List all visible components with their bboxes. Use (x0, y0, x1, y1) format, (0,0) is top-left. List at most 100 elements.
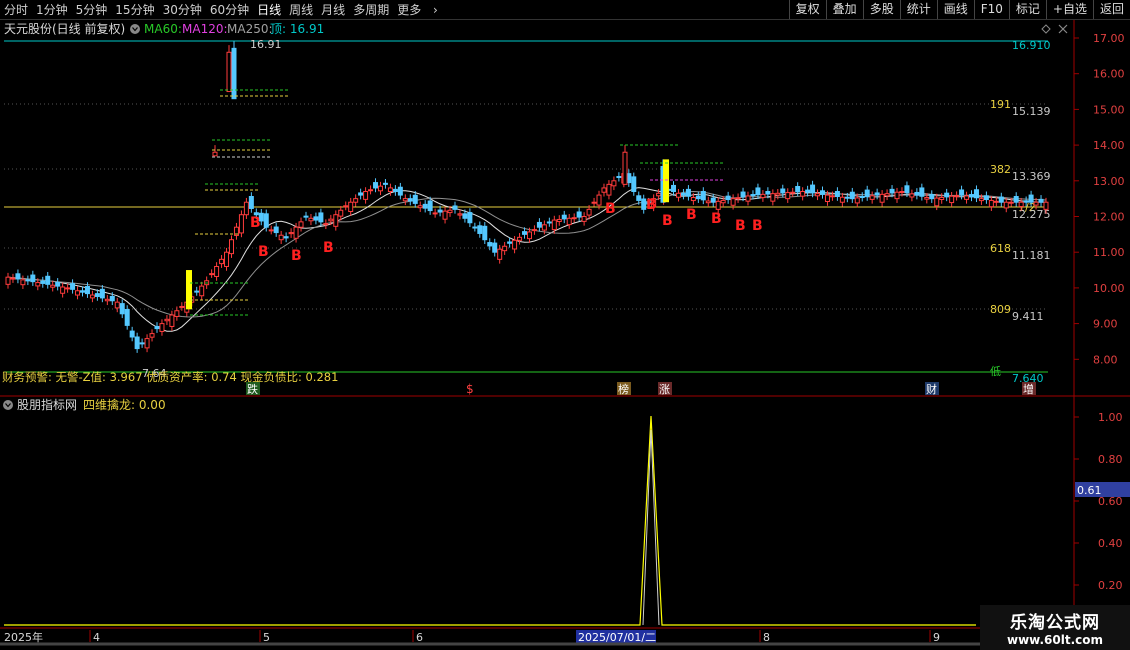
buy-marker: B (646, 197, 657, 213)
candle-body (954, 195, 960, 198)
fib-price-label: 16.910 (1012, 39, 1051, 52)
candle-body (551, 219, 557, 231)
buy-marker: B (258, 244, 269, 260)
candle-body (820, 190, 826, 195)
candle-body (243, 201, 249, 216)
watermark: 乐淘公式网 www.60lt.com (980, 605, 1130, 650)
candle-body (134, 336, 140, 350)
candle-body (129, 330, 135, 338)
close-icon[interactable] (1058, 24, 1068, 34)
top-label: 顶: 16.91 (270, 22, 324, 36)
fib-ratio-label: 382 (990, 163, 1011, 176)
tab-period-5min[interactable]: 5分钟 (76, 1, 108, 18)
candle-body (159, 323, 165, 332)
buy-marker: B (323, 240, 334, 256)
candle-body (124, 308, 130, 326)
candle-body (522, 231, 528, 235)
overlay-button[interactable]: 叠加 (825, 0, 863, 19)
candle-body (397, 186, 403, 196)
candle-body (780, 188, 786, 194)
candle-body (740, 191, 746, 198)
tab-period-30min[interactable]: 30分钟 (163, 1, 202, 18)
candle-body (611, 180, 617, 187)
multi-stock-button[interactable]: 多股 (862, 0, 900, 19)
candle-body (79, 290, 85, 293)
indicator-menu-icon[interactable] (3, 400, 13, 410)
fib-price-label: 13.369 (1012, 170, 1051, 183)
candle-body (576, 211, 582, 218)
candle-body (273, 226, 279, 234)
tab-period-fenshi[interactable]: 分时 (4, 1, 28, 18)
tab-period-weekly[interactable]: 周线 (289, 1, 313, 18)
candle-body (601, 187, 607, 193)
tab-period-daily[interactable]: 日线 (257, 1, 281, 18)
finance-warning-text: 财务预警: 无警-Z值: 3.967 优质资产率: 0.74 现金负债比: 0.… (2, 370, 338, 384)
candle-body (685, 188, 691, 197)
tab-period-multi[interactable]: 多周期 (353, 1, 389, 18)
tab-period-monthly[interactable]: 月线 (321, 1, 345, 18)
event-marker-zeng[interactable]: 增 (1022, 382, 1036, 396)
date-label-apr: 4 (93, 631, 100, 644)
candle-body (99, 288, 105, 299)
candle-body (328, 218, 334, 222)
f10-button[interactable]: F10 (973, 0, 1009, 19)
price-tick-label: 10.00 (1093, 282, 1125, 295)
price-tick-label: 11.00 (1093, 246, 1125, 259)
candle-body (988, 199, 994, 208)
candle-body (174, 310, 180, 317)
candle-body (586, 208, 592, 216)
event-marker-die[interactable]: 跌 (246, 382, 260, 396)
event-marker-dollar[interactable]: $ (466, 382, 474, 396)
period-tabs: 分时 1分钟 5分钟 15分钟 30分钟 60分钟 日线 周线 月线 多周期 更… (4, 0, 454, 19)
back-button[interactable]: 返回 (1092, 0, 1130, 19)
price-tick-label: 12.00 (1093, 211, 1125, 224)
candle-body (695, 195, 701, 200)
draw-line-button[interactable]: 画线 (936, 0, 974, 19)
candle-body (894, 191, 900, 200)
candle-body (313, 216, 319, 221)
add-watchlist-button[interactable]: +自选 (1045, 0, 1093, 19)
stock-title: 天元股份(日线 前复权) (4, 21, 125, 36)
tab-period-more[interactable]: 更多 › (397, 1, 446, 18)
highlight-candle (186, 270, 192, 310)
candle-body (224, 251, 230, 267)
candle-body (755, 187, 761, 196)
candlestick-series (5, 41, 1049, 353)
candle-body (993, 200, 999, 203)
mark-button[interactable]: 标记 (1008, 0, 1046, 19)
date-axis: 2025年 4 5 6 8 9 2025/07/01/二 (4, 630, 940, 644)
candle-body (904, 185, 910, 194)
stats-button[interactable]: 统计 (899, 0, 937, 19)
event-marker-bang[interactable]: 榜 (617, 382, 631, 396)
svg-text:涨: 涨 (659, 383, 670, 396)
tab-period-1min[interactable]: 1分钟 (36, 1, 68, 18)
more-label: 更多 (397, 3, 422, 17)
candle-body (382, 182, 388, 185)
indicator-tick-label: 0.40 (1098, 537, 1123, 550)
candle-body (531, 229, 537, 232)
candle-body (94, 293, 100, 297)
candle-body (730, 198, 736, 206)
candle-body (899, 191, 905, 194)
event-marker-zhang[interactable]: 涨 (658, 382, 672, 396)
candle-body (226, 51, 232, 93)
fuquan-button[interactable]: 复权 (788, 0, 826, 19)
candle-body (760, 193, 766, 199)
tab-period-15min[interactable]: 15分钟 (115, 1, 154, 18)
ma-line-gray (7, 190, 1047, 318)
event-marker-cai[interactable]: 财 (925, 382, 939, 396)
price-tick-label: 16.00 (1093, 68, 1125, 81)
candle-body (909, 193, 915, 198)
buy-marker: B (686, 207, 697, 223)
candle-body (790, 191, 796, 194)
chevron-down-icon[interactable] (130, 24, 140, 34)
diamond-icon[interactable] (1041, 24, 1051, 34)
candle-body (884, 193, 890, 197)
candle-body (20, 279, 26, 286)
svg-text:$: $ (466, 382, 474, 396)
fib-ratio-label: 191 (990, 98, 1011, 111)
candle-body (373, 182, 379, 189)
candle-body (338, 209, 344, 217)
tab-period-60min[interactable]: 60分钟 (210, 1, 249, 18)
price-axis: 17.00 16.00 15.00 14.00 13.00 12.00 11.00 10.00… (1074, 32, 1125, 366)
